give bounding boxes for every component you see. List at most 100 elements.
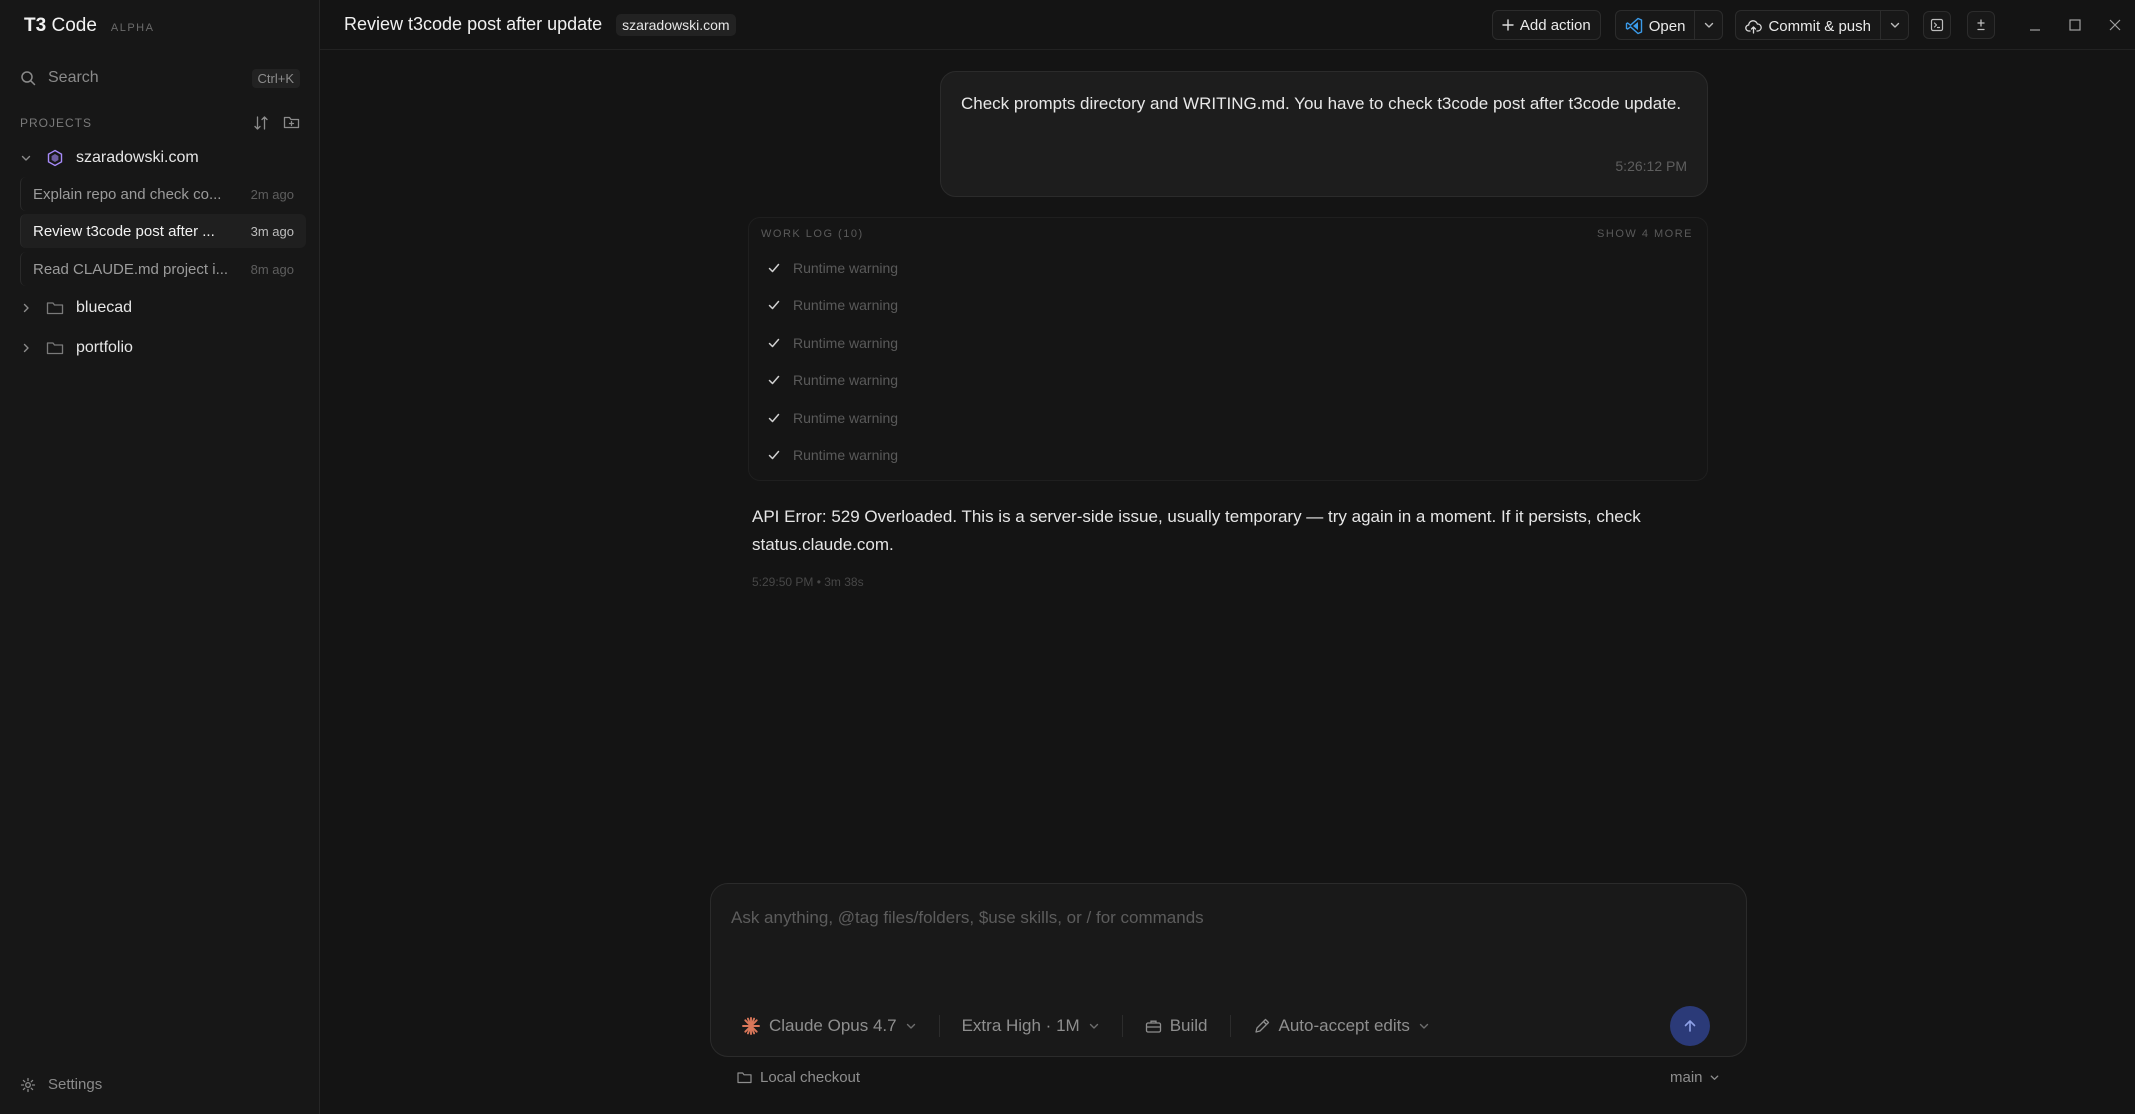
model-label: Claude Opus 4.7 — [769, 1016, 897, 1035]
project-name: szaradowski.com — [76, 149, 199, 166]
toolbox-icon — [1145, 1018, 1162, 1034]
work-log-item: Runtime warning — [767, 407, 898, 429]
thread-item-active[interactable]: Review t3code post after ... 3m ago — [20, 214, 306, 248]
minimize-window-button[interactable] — [2015, 18, 2055, 32]
projects-header: PROJECTS — [20, 114, 300, 132]
work-log-item: Runtime warning — [767, 369, 898, 391]
thread-title: Explain repo and check co... — [33, 185, 222, 203]
minimize-icon — [2030, 29, 2040, 31]
brand: T3 Code ALPHA — [24, 15, 154, 37]
diff-toggle-button[interactable] — [1967, 11, 1995, 39]
app-window: T3 Code ALPHA Search Ctrl+K PROJECTS sza… — [0, 0, 2135, 1114]
project-name: bluecad — [76, 299, 133, 316]
work-log-item-label: Runtime warning — [793, 335, 899, 351]
thread-title: Review t3code post after ... — [33, 222, 215, 240]
build-label: Build — [1169, 1016, 1208, 1035]
effort-label: Extra High · 1M — [961, 1016, 1080, 1035]
check-icon — [767, 373, 781, 387]
plus-icon — [1502, 19, 1514, 31]
model-selector[interactable]: Claude Opus 4.7 — [741, 1016, 917, 1036]
work-log-item-label: Runtime warning — [793, 297, 899, 313]
thread-title: Read CLAUDE.md project i... — [33, 260, 229, 278]
project-logo-icon — [46, 149, 64, 167]
commit-dropdown[interactable] — [1880, 11, 1908, 39]
work-log: WORK LOG (10) SHOW 4 MORE Runtime warnin… — [748, 217, 1708, 481]
branch-selector[interactable]: main — [1670, 1069, 1720, 1086]
main-panel: Review t3code post after update szaradow… — [320, 0, 2135, 1114]
chevron-down-icon — [1709, 1072, 1720, 1083]
open-dropdown[interactable] — [1694, 11, 1722, 39]
terminal-toggle-button[interactable] — [1923, 11, 1951, 39]
topbar: Review t3code post after update szaradow… — [320, 0, 2135, 50]
work-log-item: Runtime warning — [767, 444, 898, 466]
send-button[interactable] — [1670, 1006, 1710, 1046]
close-window-button[interactable] — [2095, 18, 2135, 32]
sidebar: T3 Code ALPHA Search Ctrl+K PROJECTS sza… — [0, 0, 320, 1114]
project-badge: szaradowski.com — [616, 13, 736, 36]
folder-icon — [46, 340, 64, 356]
user-message-text: Check prompts directory and WRITING.md. … — [961, 94, 1682, 113]
project-name: portfolio — [76, 339, 133, 356]
commit-push-label: Commit & push — [1768, 17, 1871, 35]
search-shortcut: Ctrl+K — [251, 68, 300, 88]
maximize-icon — [2069, 19, 2081, 31]
edits-label: Auto-accept edits — [1278, 1016, 1410, 1035]
settings-label: Settings — [48, 1076, 103, 1093]
close-icon — [2109, 19, 2121, 31]
branch-label: main — [1670, 1069, 1703, 1086]
commit-split-button: Commit & push — [1735, 10, 1909, 40]
projects-label: PROJECTS — [20, 116, 93, 130]
user-message-time: 5:26:12 PM — [1615, 158, 1687, 174]
project-szaradowski[interactable]: szaradowski.com — [20, 144, 310, 172]
thread-time: 8m ago — [250, 261, 294, 277]
assistant-message: API Error: 529 Overloaded. This is a ser… — [752, 507, 1641, 554]
arrow-up-icon — [1684, 1020, 1696, 1032]
thread-title-heading: Review t3code post after update — [344, 14, 603, 34]
work-log-item: Runtime warning — [767, 257, 898, 279]
chevron-down-icon — [20, 152, 34, 164]
thread-item[interactable]: Explain repo and check co... 2m ago — [20, 177, 306, 211]
commit-push-button[interactable]: Commit & push — [1736, 11, 1880, 41]
chevron-down-icon — [1890, 22, 1899, 28]
composer-input[interactable]: Ask anything, @tag files/folders, $use s… — [731, 908, 1204, 928]
maximize-window-button[interactable] — [2055, 18, 2095, 32]
local-checkout-button[interactable]: Local checkout — [737, 1069, 860, 1086]
gear-icon — [20, 1077, 36, 1093]
edits-mode-selector[interactable]: Auto-accept edits — [1253, 1016, 1430, 1036]
check-icon — [767, 261, 781, 275]
search-button[interactable]: Search Ctrl+K — [20, 66, 300, 90]
claude-icon — [741, 1016, 761, 1036]
work-log-item-label: Runtime warning — [793, 260, 899, 276]
chevron-right-icon — [20, 302, 34, 314]
assistant-meta: 5:29:50 PM • 3m 38s — [752, 575, 864, 589]
search-label: Search — [48, 69, 99, 86]
chevron-down-icon — [1704, 22, 1714, 28]
check-icon — [767, 448, 781, 462]
settings-button[interactable]: Settings — [20, 1076, 102, 1093]
diff-icon — [1977, 19, 1985, 31]
work-log-item: Runtime warning — [767, 332, 898, 354]
open-label: Open — [1648, 17, 1686, 35]
show-more-button[interactable]: SHOW 4 MORE — [1597, 228, 1693, 240]
check-icon — [767, 336, 781, 350]
effort-selector[interactable]: Extra High · 1M — [962, 1016, 1100, 1036]
add-action-button[interactable]: Add action — [1491, 10, 1601, 40]
brand-name: T3 Code — [24, 15, 97, 36]
check-icon — [767, 298, 781, 312]
open-button[interactable]: Open — [1616, 11, 1695, 41]
sort-icon[interactable] — [253, 115, 269, 131]
folder-icon — [737, 1071, 752, 1084]
work-log-item-label: Runtime warning — [793, 410, 899, 426]
chevron-down-icon — [1088, 1020, 1100, 1032]
project-portfolio[interactable]: portfolio — [20, 334, 310, 362]
checkout-label: Local checkout — [760, 1069, 861, 1086]
chevron-down-icon — [1418, 1020, 1430, 1032]
thread-item[interactable]: Read CLAUDE.md project i... 8m ago — [20, 252, 306, 286]
composer: Ask anything, @tag files/folders, $use s… — [710, 883, 1747, 1057]
folder-icon — [46, 300, 64, 316]
chevron-down-icon — [905, 1020, 917, 1032]
build-mode-button[interactable]: Build — [1145, 1016, 1208, 1036]
work-log-item-label: Runtime warning — [793, 372, 899, 388]
new-folder-icon[interactable] — [283, 115, 300, 131]
project-bluecad[interactable]: bluecad — [20, 294, 310, 322]
